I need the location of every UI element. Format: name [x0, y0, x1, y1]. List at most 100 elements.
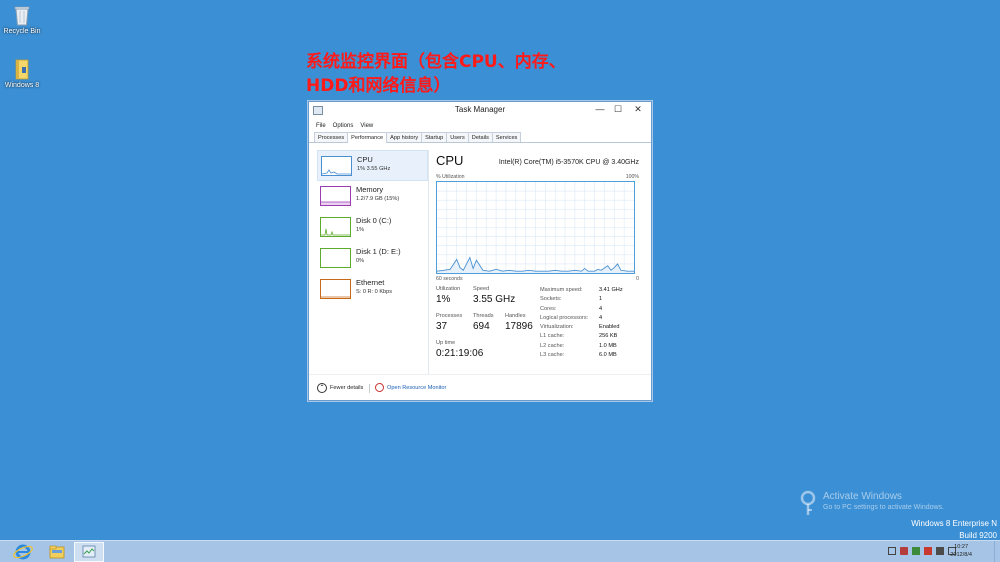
tab-startup[interactable]: Startup [421, 132, 448, 142]
resource-name: Memory [356, 185, 384, 194]
stat-value: 37 [436, 321, 448, 332]
tab-app-history[interactable]: App history [386, 132, 423, 142]
spec-row: L2 cache: 1.0 MB [540, 343, 635, 352]
spec-row: Logical processors: 4 [540, 315, 635, 324]
spec-key: L2 cache: [540, 342, 565, 349]
cpu-specs: Maximum speed: 3.41 GHz Sockets: 1 Cores: 4… [540, 287, 635, 361]
resource-item-cpu[interactable]: CPU 1% 3.55 GHz [317, 150, 428, 181]
stat-value: 0:21:19:06 [436, 348, 484, 359]
taskbar-explorer-button[interactable] [42, 542, 72, 562]
menu-bar: File Options View [309, 120, 651, 132]
footer-divider [369, 384, 370, 393]
stat-threads: Threads 694 [473, 313, 494, 332]
desktop-icon-label: Windows 8 [4, 82, 40, 89]
resource-item-disk-0[interactable]: Disk 0 (C:) 1% [317, 212, 428, 243]
spec-key: Sockets: [540, 296, 562, 303]
folder-icon [12, 58, 32, 80]
resource-sub: 1% [356, 227, 365, 233]
fewer-details-link[interactable]: Fewer details [330, 385, 363, 391]
caption-line-2: HDD和网络信息） [306, 76, 451, 96]
close-button[interactable]: ✕ [627, 102, 649, 116]
windows8-desktop-icon[interactable]: Windows 8 [2, 58, 42, 89]
menu-options[interactable]: Options [333, 123, 354, 129]
stat-label: Up time [436, 340, 456, 346]
clock-date: 2012/8/4 [950, 552, 972, 558]
graph-time-label: 60 seconds [436, 276, 463, 282]
title-bar[interactable]: Task Manager — ☐ ✕ [309, 102, 651, 120]
disk1-thumbnail [320, 248, 351, 268]
show-hidden-icons-icon[interactable] [888, 547, 896, 555]
resource-item-ethernet[interactable]: Ethernet S: 0 R: 0 Kbps [317, 274, 428, 305]
spec-key: Logical processors: [540, 314, 589, 321]
caption-line-1: 系统监控界面（包含CPU、内存、 [306, 52, 566, 72]
ie-icon [13, 544, 33, 560]
volume-icon[interactable] [936, 547, 944, 555]
menu-file[interactable]: File [316, 123, 326, 129]
tab-performance[interactable]: Performance [347, 132, 388, 143]
spec-value: 4 [599, 305, 603, 312]
system-tray [888, 547, 956, 555]
taskbar: 10:27 2012/8/4 [0, 540, 1000, 562]
resource-monitor-icon[interactable] [375, 383, 384, 392]
tab-strip: Processes Performance App history Startu… [309, 132, 651, 143]
desktop-icon-label: Recycle Bin [3, 28, 41, 35]
show-desktop-button[interactable] [994, 541, 1000, 562]
spec-value: 6.0 MB [599, 352, 617, 359]
spec-row: Cores: 4 [540, 306, 635, 315]
tab-details[interactable]: Details [467, 132, 493, 142]
maximize-button[interactable]: ☐ [609, 102, 627, 116]
stat-label: Processes [436, 313, 463, 319]
taskbar-task-manager-button[interactable] [74, 542, 104, 562]
cpu-model: Intel(R) Core(TM) i5-3570K CPU @ 3.40GHz [498, 159, 639, 166]
action-center-flag-icon[interactable] [900, 547, 908, 555]
taskbar-ie-button[interactable] [8, 542, 38, 562]
spec-key: Virtualization: [540, 324, 574, 331]
resource-name: Disk 1 (D: E:) [356, 247, 401, 256]
spec-value: Enabled [599, 324, 620, 331]
spec-key: L1 cache: [540, 333, 565, 340]
menu-view[interactable]: View [360, 123, 373, 129]
task-manager-window: Task Manager — ☐ ✕ File Options View Pro… [308, 101, 652, 401]
spec-row: L1 cache: 256 KB [540, 333, 635, 342]
utilization-axis-label: % Utilization [436, 174, 465, 180]
window-footer: ⌃ Fewer details Open Resource Monitor [309, 374, 651, 400]
resource-sub: S: 0 R: 0 Kbps [356, 289, 393, 295]
spec-value: 1.0 MB [599, 342, 617, 349]
spec-row: Maximum speed: 3.41 GHz [540, 287, 635, 296]
edition-line-1: Windows 8 Enterprise N [911, 519, 997, 528]
resource-item-memory[interactable]: Memory 1.2/7.9 GB (15%) [317, 181, 428, 212]
recycle-bin-desktop-icon[interactable]: Recycle Bin [2, 4, 42, 35]
recycle-bin-icon [12, 4, 32, 26]
tab-processes[interactable]: Processes [314, 132, 349, 142]
spec-value: 4 [599, 314, 603, 321]
spec-key: L3 cache: [540, 352, 565, 359]
resource-item-disk-1[interactable]: Disk 1 (D: E:) 0% [317, 243, 428, 274]
windows-edition: Windows 8 Enterprise N Build 9200 [911, 518, 997, 542]
spec-key: Cores: [540, 305, 557, 312]
stat-value: 3.55 GHz [473, 294, 516, 305]
explorer-icon [49, 545, 65, 559]
stat-speed: Speed 3.55 GHz [473, 286, 515, 305]
spec-value: 1 [599, 296, 603, 303]
graph-zero-label: 0 [636, 276, 639, 282]
spec-value: 256 KB [599, 333, 618, 340]
cpu-detail-pane: CPU Intel(R) Core(TM) i5-3570K CPU @ 3.4… [435, 150, 641, 374]
performance-content: CPU 1% 3.55 GHz Memory 1.2/7.9 GB (15%) … [309, 144, 651, 374]
cpu-utilization-graph [436, 181, 635, 274]
resource-sub: 0% [356, 258, 365, 264]
utilization-max-label: 100% [625, 174, 639, 180]
tab-services[interactable]: Services [491, 132, 522, 142]
stat-value: 694 [473, 321, 490, 332]
resource-name: Disk 0 (C:) [356, 216, 392, 225]
network-icon[interactable] [912, 547, 920, 555]
taskbar-clock[interactable]: 10:27 2012/8/4 [950, 543, 972, 559]
stat-processes: Processes 37 [436, 313, 462, 332]
open-resource-monitor-link[interactable]: Open Resource Monitor [387, 385, 446, 391]
input-method-icon[interactable] [924, 547, 932, 555]
tab-users[interactable]: Users [446, 132, 469, 142]
spec-key: Maximum speed: [540, 287, 583, 293]
memory-thumbnail [320, 186, 351, 206]
chevron-up-icon[interactable]: ⌃ [317, 383, 327, 393]
minimize-button[interactable]: — [591, 102, 609, 116]
stat-utilization: Utilization 1% [436, 286, 460, 305]
